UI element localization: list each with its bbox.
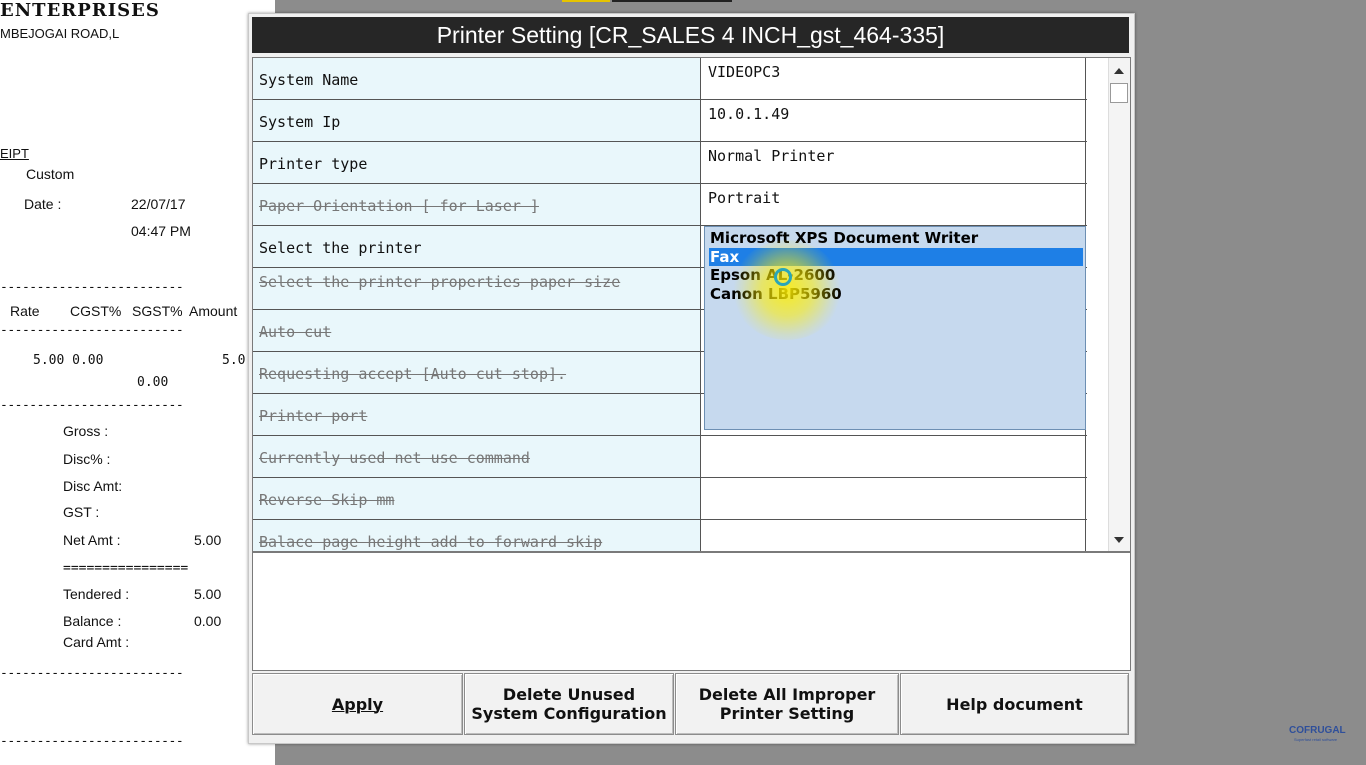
setting-label: Reverse Skip mm — [253, 478, 701, 519]
setting-label: Requesting accept [Auto cut stop]. — [253, 352, 701, 393]
mouse-cursor-icon — [774, 268, 792, 286]
setting-label: System Name — [253, 58, 701, 99]
settings-row: Reverse Skip mm — [253, 478, 1087, 520]
receipt-equals-divider: ================ — [63, 561, 189, 576]
receipt-time-value: 04:47 PM — [131, 223, 191, 239]
scroll-up-icon[interactable] — [1114, 68, 1124, 74]
receipt-divider: ------------------------- — [0, 398, 184, 413]
receipt-item-amount: 5.0 — [222, 353, 246, 368]
delete-unused-config-button[interactable]: Delete Unused System Configuration — [464, 673, 674, 735]
receipt-divider: ------------------------- — [0, 323, 184, 338]
receipt-date-label: Date : — [24, 196, 62, 212]
watermark-logo: COFRUGAL — [1289, 725, 1346, 736]
setting-label: System Ip — [253, 100, 701, 141]
settings-row: Printer type Normal Printer — [253, 142, 1087, 184]
setting-label: Paper Orientation [ for Laser ] — [253, 184, 701, 225]
setting-label: Balace page height add to forward skip — [253, 520, 701, 551]
setting-value[interactable] — [702, 478, 1086, 519]
top-dark-mark — [612, 0, 732, 2]
receipt-gst-label: GST : — [63, 504, 100, 520]
top-highlight-mark — [562, 0, 610, 2]
setting-label: Printer port — [253, 394, 701, 435]
receipt-card-label: Card Amt : — [63, 634, 130, 650]
receipt-divider: ------------------------- — [0, 280, 184, 295]
receipt-col-cgst: CGST% — [70, 303, 122, 319]
scroll-down-icon[interactable] — [1114, 537, 1124, 543]
receipt-company: ENTERPRISES — [0, 0, 160, 21]
receipt-balance-label: Balance : — [63, 613, 122, 629]
delete-improper-printer-button[interactable]: Delete All Improper Printer Setting — [675, 673, 899, 735]
apply-button-label: Apply — [331, 694, 384, 714]
setting-label: Select the printer properties paper size — [253, 268, 701, 309]
receipt-divider: ------------------------- — [0, 666, 184, 681]
setting-value[interactable]: 10.0.1.49 — [702, 100, 1086, 141]
printer-option[interactable]: Fax — [709, 247, 1083, 266]
receipt-net-value: 5.00 — [194, 532, 222, 548]
receipt-gross-label: Gross : — [63, 423, 109, 439]
grid-scrollbar[interactable] — [1108, 58, 1130, 551]
receipt-address: MBEJOGAI ROAD,L — [0, 26, 120, 41]
details-area — [252, 552, 1131, 671]
setting-label: Select the printer — [253, 226, 701, 267]
watermark-tagline: Superfast retail software — [1294, 737, 1338, 742]
receipt-item-sub: 0.00 — [137, 375, 169, 390]
button-bar: Apply Delete Unused System Configuration… — [252, 673, 1129, 737]
receipt-divider: ------------------------- — [0, 734, 184, 749]
receipt-balance-value: 0.00 — [194, 613, 222, 629]
receipt-tendered-value: 5.00 — [194, 586, 222, 602]
receipt-col-rate: Rate — [10, 303, 40, 319]
printer-list[interactable]: Microsoft XPS Document Writer Fax Epson AL… — [704, 226, 1086, 430]
settings-row: Paper Orientation [ for Laser ] Portrait — [253, 184, 1087, 226]
scroll-thumb[interactable] — [1110, 83, 1128, 103]
receipt-col-sgst: SGST% — [132, 303, 183, 319]
receipt-net-label: Net Amt : — [63, 532, 121, 548]
apply-button[interactable]: Apply — [252, 673, 463, 735]
settings-row: System Ip 10.0.1.49 — [253, 100, 1087, 142]
setting-value[interactable]: Normal Printer — [702, 142, 1086, 183]
setting-label: Printer type — [253, 142, 701, 183]
receipt-preview: ENTERPRISES MBEJOGAI ROAD,L EIPT Custom … — [0, 0, 247, 765]
printer-option[interactable]: Epson AL-2600 — [709, 266, 1083, 284]
setting-value[interactable]: VIDEOPC3 — [702, 58, 1086, 99]
settings-grid: System Name VIDEOPC3 System Ip 10.0.1.49 Pri… — [252, 57, 1131, 552]
setting-value[interactable]: Portrait — [702, 184, 1086, 225]
printer-option[interactable]: Microsoft XPS Document Writer — [709, 229, 1083, 247]
receipt-item-line: 5.00 0.00 — [33, 353, 104, 368]
setting-value[interactable] — [702, 436, 1086, 477]
receipt-customer: Custom — [26, 166, 75, 182]
printer-setting-dialog: Printer Setting [CR_SALES 4 INCH_gst_464… — [248, 13, 1135, 744]
receipt-date-value: 22/07/17 — [131, 196, 186, 212]
setting-label: Auto cut — [253, 310, 701, 351]
dialog-title: Printer Setting [CR_SALES 4 INCH_gst_464… — [252, 17, 1129, 53]
receipt-col-amount: Amount — [189, 303, 238, 319]
setting-label: Currently used net use command — [253, 436, 701, 477]
receipt-tendered-label: Tendered : — [63, 586, 130, 602]
settings-row: Balace page height add to forward skip — [253, 520, 1087, 551]
setting-value[interactable] — [702, 520, 1086, 551]
settings-row: Currently used net use command — [253, 436, 1087, 478]
receipt-disc-amt-label: Disc Amt: — [63, 478, 123, 494]
receipt-title: EIPT — [0, 146, 29, 161]
help-document-button[interactable]: Help document — [900, 673, 1129, 735]
receipt-disc-pct-label: Disc% : — [63, 451, 111, 467]
settings-row: System Name VIDEOPC3 — [253, 58, 1087, 100]
printer-option[interactable]: Canon LBP5960 — [709, 285, 1083, 303]
